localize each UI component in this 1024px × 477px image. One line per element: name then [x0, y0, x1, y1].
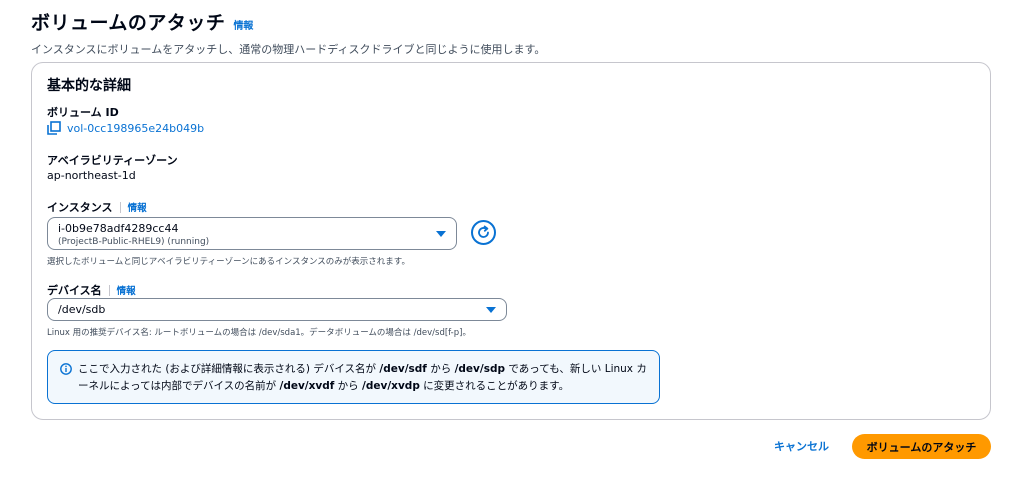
alert-text-part: に変更されることがあります。: [419, 380, 570, 392]
title-row: ボリュームのアタッチ 情報: [31, 8, 545, 35]
copy-icon[interactable]: [47, 121, 61, 135]
volume-id-label-text: ボリューム ID: [47, 106, 119, 119]
basic-details-panel: 基本的な詳細 ボリューム ID vol-0cc198965e24b049b アベ…: [31, 62, 991, 420]
caret-down-icon: [436, 231, 446, 237]
instance-hint: 選択したボリュームと同じアベイラビリティーゾーンにあるインスタンスのみが表示され…: [47, 257, 410, 267]
az-label: アベイラビリティーゾーン: [47, 152, 178, 168]
alert-device-sdp: /dev/sdp: [454, 363, 506, 375]
device-select[interactable]: /dev/sdb: [47, 298, 507, 321]
attach-volume-button[interactable]: ボリュームのアタッチ: [852, 434, 991, 459]
alert-device-sdf: /dev/sdf: [379, 363, 427, 375]
instance-label-text: インスタンス: [47, 201, 113, 214]
page-title: ボリュームのアタッチ: [31, 12, 226, 34]
volume-id-label: ボリューム ID: [47, 104, 119, 120]
caret-down-icon: [486, 307, 496, 313]
label-divider: [119, 201, 121, 213]
az-value: ap-northeast-1d: [47, 169, 136, 182]
device-info-link[interactable]: 情報: [117, 283, 136, 297]
instance-selected-value: i-0b9e78adf4289cc44: [58, 222, 179, 235]
device-label: デバイス名 情報: [47, 282, 136, 298]
device-hint: Linux 用の推奨デバイス名: ルートボリュームの場合は /dev/sda1。…: [47, 328, 471, 338]
instance-info-link[interactable]: 情報: [128, 200, 147, 214]
instance-select[interactable]: i-0b9e78adf4289cc44 (ProjectB-Public-RHE…: [47, 217, 457, 250]
device-label-text: デバイス名: [47, 284, 102, 297]
alert-text-part: ここで入力された (および詳細情報に表示される) デバイス名が: [78, 363, 380, 375]
az-label-text: アベイラビリティーゾーン: [47, 154, 178, 167]
cancel-button[interactable]: キャンセル: [774, 438, 829, 454]
page-description: インスタンスにボリュームをアタッチし、通常の物理ハードディスクドライブと同じよう…: [31, 43, 546, 56]
page-header: ボリュームのアタッチ 情報 インスタンスにボリュームをアタッチし、通常の物理ハー…: [31, 8, 545, 57]
volume-id-value[interactable]: vol-0cc198965e24b049b: [67, 122, 204, 135]
refresh-button[interactable]: [471, 220, 496, 245]
panel-title: 基本的な詳細: [47, 78, 131, 94]
device-selected-value: /dev/sdb: [58, 303, 106, 316]
alert-text: ここで入力された (および詳細情報に表示される) デバイス名が /dev/sdf…: [78, 361, 648, 395]
instance-selected-subtext: (ProjectB-Public-RHEL9) (running): [58, 237, 210, 247]
device-name-info-alert: ここで入力された (および詳細情報に表示される) デバイス名が /dev/sdf…: [47, 350, 660, 404]
volume-id-link[interactable]: vol-0cc198965e24b049b: [47, 121, 204, 135]
alert-device-xvdf: /dev/xvdf: [279, 380, 335, 392]
page-info-link[interactable]: 情報: [233, 17, 253, 32]
info-circle-icon: [60, 363, 72, 375]
refresh-icon: [478, 225, 489, 238]
instance-label: インスタンス 情報: [47, 199, 147, 215]
alert-text-part: から: [334, 380, 363, 392]
label-divider: [108, 284, 110, 296]
alert-device-xvdp: /dev/xvdp: [362, 380, 420, 392]
alert-text-part: から: [426, 363, 455, 375]
